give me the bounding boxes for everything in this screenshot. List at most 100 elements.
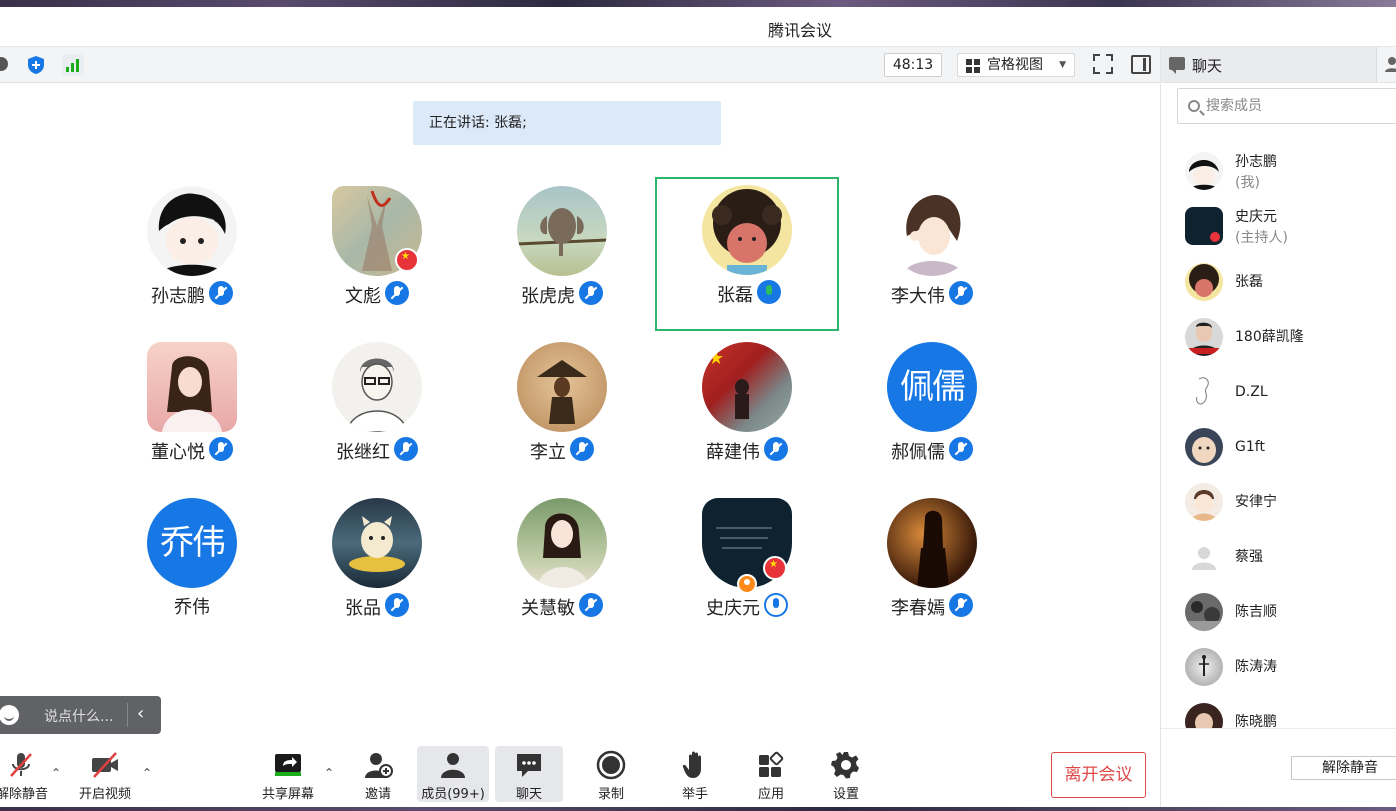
member-search-input[interactable] [1206,95,1396,117]
member-list-item[interactable]: 史庆元 (主持人) [1185,207,1396,247]
members-tab-icon[interactable] [1385,56,1396,72]
participant-name-row: 乔伟 [100,593,284,619]
member-list-item[interactable]: G1ft [1185,428,1396,468]
security-shield-icon[interactable] [26,55,46,75]
participant-name-row: 张继红 [285,437,469,464]
participant-tile[interactable]: 史庆元 [655,490,839,644]
avatar [517,498,607,588]
avatar [1185,648,1223,686]
add-user-icon [365,753,393,778]
member-list-item[interactable]: 180薛凯隆 [1185,318,1396,358]
member-name: 陈晓鹏 [1235,714,1277,729]
member-name: 180薛凯隆 [1235,329,1304,345]
member-role: (我) [1235,175,1260,191]
video-off-icon [92,752,118,778]
emoji-icon[interactable] [0,705,19,725]
participant-tile[interactable]: 孙志鹏 [100,178,284,332]
mic-muted-icon [570,437,594,461]
avatar [1185,428,1223,466]
participant-name: 张品 [345,598,381,619]
start-video-label: 开启视频 [78,787,131,802]
search-icon [1188,100,1200,112]
chat-button[interactable]: 聊天 [495,746,563,802]
participant-tile[interactable]: 文彪 [285,178,469,332]
participant-tile[interactable]: 李大伟 [840,178,1024,332]
meeting-toolbar: 48:13 宫格视图 ▼ [0,47,1160,83]
participant-name: 文彪 [345,286,381,307]
member-list-item[interactable]: 孙志鹏 (我) [1185,152,1396,192]
member-name: 张磊 [1235,274,1263,290]
unmute-button[interactable]: 解除静音 [0,746,48,802]
participant-tile[interactable]: 张继红 [285,334,469,488]
chevron-up-icon[interactable]: ⌃ [324,766,336,780]
member-name: 安律宁 [1235,494,1277,510]
network-signal-icon[interactable] [62,54,84,76]
record-label: 录制 [597,787,624,802]
participant-name: 李立 [530,442,566,463]
participant-tile[interactable]: ★ 薛建伟 [655,334,839,488]
member-role: (主持人) [1235,230,1288,246]
desktop-background-strip [0,807,1396,811]
member-list-item[interactable]: 陈涛涛 [1185,648,1396,688]
apps-button[interactable]: 应用 [748,746,794,802]
member-list-item[interactable]: 蔡强 [1185,538,1396,578]
chevron-up-icon[interactable]: ⌃ [142,766,154,780]
member-list-item[interactable]: 张磊 [1185,263,1396,303]
bottom-control-bar: 解除静音 ⌃ 开启视频 ⌃ 共享屏幕 ⌃ 邀请 成员(99+) 聊天 录制 举手… [0,744,1160,807]
members-button[interactable]: 成员(99+) [417,746,489,802]
avatar [1185,703,1223,729]
avatar-text: 乔伟 [147,498,237,588]
participant-name-row: 张虎虎 [470,281,654,308]
member-search-box[interactable] [1177,88,1396,124]
avatar [332,498,422,588]
participant-tile[interactable]: 乔伟 乔伟 [100,490,284,644]
member-name: 陈涛涛 [1235,659,1277,675]
participant-name-row: 文彪 [285,281,469,308]
participant-name-row: 孙志鹏 [100,281,284,308]
invite-button[interactable]: 邀请 [356,746,400,802]
meeting-info-icon[interactable] [0,57,8,71]
chat-input-placeholder[interactable]: 说点什么... [44,706,113,726]
participant-name-row: 李大伟 [840,281,1024,308]
start-video-button[interactable]: 开启视频 [75,746,135,802]
view-mode-dropdown[interactable]: 宫格视图 ▼ [957,53,1075,77]
sidebar-toggle-icon[interactable] [1131,55,1151,74]
participant-name: 张继红 [336,442,390,463]
unmute-all-button[interactable]: 解除静音 [1291,756,1396,780]
mic-muted-icon [385,281,409,305]
member-name: 陈吉顺 [1235,604,1277,620]
participant-tile[interactable]: 董心悦 [100,334,284,488]
raise-hand-label: 举手 [681,787,708,802]
member-list-item[interactable]: 陈吉顺 [1185,593,1396,633]
participant-tile[interactable]: 李立 [470,334,654,488]
quick-chat-bar[interactable]: 说点什么... ‹ [0,696,161,734]
avatar [517,186,607,276]
participant-tile[interactable]: 关慧敏 [470,490,654,644]
raise-hand-button[interactable]: 举手 [672,746,718,802]
settings-button[interactable]: 设置 [823,746,869,802]
avatar [1185,207,1223,245]
member-list-item[interactable]: D.ZL [1185,373,1396,413]
avatar [147,342,237,432]
fullscreen-icon[interactable] [1093,54,1113,74]
tab-chat[interactable]: 聊天 [1161,47,1377,82]
share-screen-label: 共享屏幕 [261,787,314,802]
mic-speaking-icon [757,280,781,304]
participant-tile-active-speaker[interactable]: 张磊 [655,177,839,331]
share-screen-button[interactable]: 共享屏幕 [258,746,318,802]
host-badge-icon [737,574,757,594]
participant-tile[interactable]: 张品 [285,490,469,644]
member-list-item[interactable]: 安律宁 [1185,483,1396,523]
participant-tile[interactable]: 张虎虎 [470,178,654,332]
member-list-item[interactable]: 陈晓鹏 [1185,703,1396,729]
members-label: 成员(99+) [421,787,485,802]
chevron-up-icon[interactable]: ⌃ [51,766,63,780]
participant-name-row: 史庆元 [655,593,839,620]
record-button[interactable]: 录制 [588,746,634,802]
invite-label: 邀请 [364,787,391,802]
leave-meeting-button[interactable]: 离开会议 [1051,752,1146,798]
participant-tile[interactable]: 李春嫣 [840,490,1024,644]
chevron-left-icon[interactable]: ‹ [137,703,144,724]
chat-bubble-icon [1169,57,1185,74]
participant-tile[interactable]: 佩儒 郝佩儒 [840,334,1024,488]
